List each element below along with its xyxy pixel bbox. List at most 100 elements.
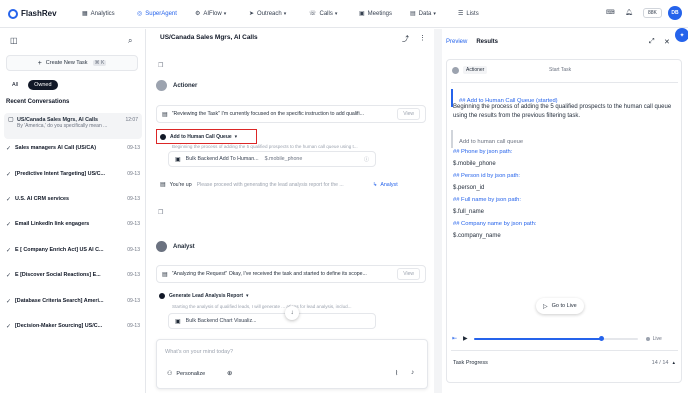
arrow-right-icon: ↳ [372,181,378,188]
flow-icon: ⚙ [195,11,201,17]
task-progress[interactable]: Task Progress 14 / 14 ▴ [453,360,675,366]
conversation-date: 09-13 [127,196,140,202]
actioner-header: Actioner [156,80,197,91]
search-icon[interactable]: ⌕ [128,36,132,46]
nav-superagent[interactable]: ◎ SuperAgent [137,10,195,18]
chat-input-placeholder[interactable]: What's on your mind today? [165,349,233,355]
playback-bar: ⇤ ▶ Live [452,335,678,342]
task-title: Add to Human Call Queue [170,133,232,140]
check-icon: ✓ [6,221,12,228]
close-icon[interactable]: ✕ [664,38,670,46]
calendar-icon: ▣ [359,11,365,17]
check-icon: ✓ [6,196,12,203]
send-icon: ➤ [249,11,255,17]
nav-label: Lists [466,10,479,17]
nav-data[interactable]: ▤ Data ▾ [410,10,458,18]
field-value: $.mobile_phone [453,161,496,167]
check-circle-icon [160,133,166,140]
collapse-sidebar-icon[interactable]: ◫ [10,36,18,45]
agent-name: Analyst [173,243,195,250]
view-button[interactable]: View [397,108,420,120]
analyst-thought[interactable]: ▤ "Analyzing the Request" Okay, I've rec… [156,265,426,283]
section-title: Recent Conversations [6,99,70,105]
expand-icon[interactable]: ⤢ [649,38,655,46]
list-item[interactable]: ✓ E [Discover Social Reactions] E... 09-13 [0,262,146,288]
check-icon: ✓ [6,171,12,178]
conversation-title: E [ Company Enrich Act] US AI C... [15,247,104,253]
list-item[interactable]: ✓ [Database Criteria Search] Ameri... 09-1… [0,288,146,314]
skip-back-icon[interactable]: ⇤ [452,335,457,342]
nav-lists[interactable]: ☰ Lists [458,10,498,18]
tool-call[interactable]: ▣ Bulk Backend Chart Visualiz... [168,313,376,329]
result-card: Actioner Start Task ## Add to Human Call… [446,59,682,383]
actioner-thought[interactable]: ▤ "Reviewing the Task" I'm currently foc… [156,105,426,123]
agent-avatar [452,66,459,74]
paperclip-icon[interactable]: ⌇ [395,369,398,377]
list-item[interactable]: ✓ E [ Company Enrich Act] US AI C... 09-13 [0,237,146,263]
panel-resizer[interactable] [434,29,442,393]
conversation-date: 12:07 [125,116,138,123]
chat-input-box[interactable]: What's on your mind today? ⚇ Personalize… [156,339,428,389]
document-icon: ▤ [160,182,166,188]
view-button[interactable]: View [397,268,420,280]
assignee[interactable]: Analyst [380,182,397,188]
go-to-live-button[interactable]: ▷ Go to Live [536,298,584,314]
conversation-date: 09-13 [127,145,140,151]
chevron-down-icon: ▾ [246,293,249,299]
credit-badge[interactable]: 88K [643,8,662,18]
nav-outreach[interactable]: ➤ Outreach ▾ [249,10,309,18]
list-item[interactable]: ✓ U.S. AI CRM services 09-13 [0,186,146,212]
field-value: $.company_name [453,233,501,239]
nav-analytics[interactable]: ▦ Analytics [82,10,137,18]
tab-results[interactable]: Results [476,39,498,45]
chevron-down-icon: ▾ [223,10,227,17]
conversation-title: Sales managers AI Call (US/CA) [15,145,96,151]
list-item[interactable]: ✓ Email LinkedIn link engagers 09-13 [0,211,146,237]
scroll-down-button[interactable]: ↓ [285,306,299,320]
tool-name: Bulk Backend Chart Visualiz... [185,318,257,324]
copy-icon[interactable]: ❐ [158,209,163,216]
field-label: ## Full name by json path: [453,197,521,203]
play-icon[interactable]: ▶ [463,335,468,342]
microphone-icon[interactable]: ♪ [411,369,414,376]
add-circle-icon[interactable]: ⊕ [227,369,232,377]
quote-block: Add to human call queue [451,130,523,148]
nav-label: Calls [319,10,333,17]
thought-text: "Reviewing the Task" I'm currently focus… [171,111,364,117]
logo[interactable]: FlashRev [8,8,57,19]
share-icon[interactable]: ⤴ [402,34,409,44]
playback-slider[interactable] [473,335,638,341]
conversation-title: [Decision-Maker Sourcing] US/C... [15,323,103,329]
tab-preview[interactable]: Preview [446,39,467,45]
bell-icon[interactable]: 🔔︎ [625,9,633,16]
list-item[interactable]: ✓ [Decision-Maker Sourcing] US/C... 09-13 [0,313,146,339]
task-description: Beginning the process of adding the 5 qu… [172,144,358,149]
nav-aiflow[interactable]: ⚙ AIFlow ▾ [195,10,249,18]
copy-icon[interactable]: ❐ [158,62,163,69]
result-paragraph: Beginning the process of adding the 5 qu… [453,104,672,119]
translate-icon[interactable]: ⌨ [606,9,615,16]
task-title: Generate Lead Analysis Report [169,293,244,299]
conversation-title: U.S. AI CRM services [15,196,70,202]
tab-owned[interactable]: Owned [28,80,58,90]
nav-label: Data [418,10,432,17]
list-item[interactable]: ✓ Sales managers AI Call (US/CA) 09-13 [0,135,146,161]
more-icon[interactable]: ⋮ [419,34,426,42]
create-task-button[interactable]: + Create New Task ⌘ K [6,55,138,71]
list-item[interactable]: ✓ [Predictive Intent Targeting] US/C... 09… [0,161,146,187]
task-generate-report[interactable]: Generate Lead Analysis Report ▾ [159,293,249,299]
handoff-row: ▤ You're up Please proceed with generati… [160,181,420,189]
nav-meetings[interactable]: ▣ Meetings [359,10,410,18]
start-task-label: Start Task [549,67,572,73]
play-circle-icon: ▷ [543,303,548,310]
agent-name: Actioner [173,82,198,89]
user-avatar[interactable]: DB [668,6,682,20]
nav-calls[interactable]: ☏ Calls ▾ [309,10,359,18]
personalize-button[interactable]: ⚇ Personalize [167,370,205,378]
tab-all[interactable]: All [6,80,24,90]
assistant-fab[interactable]: ✦ [675,28,688,42]
tool-call[interactable]: ▣ Bulk Backend Add To Human... $.mobile_… [168,151,376,167]
task-add-to-human-call-queue[interactable]: Add to Human Call Queue ▾ [156,129,257,144]
playback-handle[interactable] [599,335,605,341]
handoff-text: Please proceed with generating the lead … [196,181,344,188]
